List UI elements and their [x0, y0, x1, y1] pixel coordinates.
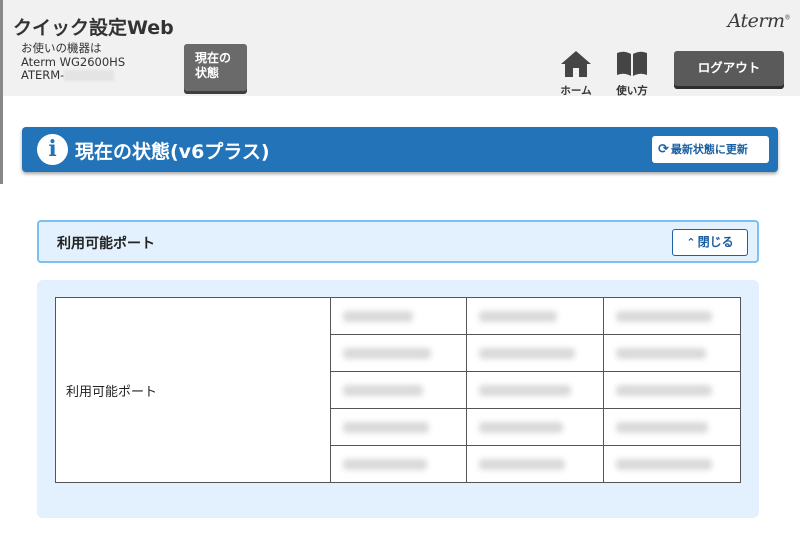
nav-help-button[interactable]: 使い方	[608, 50, 656, 97]
redacted-cell	[603, 371, 741, 409]
redacted-cell	[329, 334, 468, 372]
redacted-cell	[603, 445, 741, 483]
refresh-button[interactable]: ⟳ 最新状態に更新	[652, 136, 769, 163]
redacted-cell	[329, 297, 468, 335]
redacted-value	[616, 348, 707, 359]
device-caption: お使いの機器は	[21, 41, 102, 55]
redacted-cell	[603, 334, 741, 372]
device-name-redacted	[64, 70, 115, 81]
redacted-cell	[466, 445, 605, 483]
table-row: 利用可能ポート	[55, 297, 741, 483]
close-label: 閉じる	[697, 235, 734, 249]
current-status-label-line1: 現在の	[195, 51, 232, 65]
current-status-button[interactable]: 現在の 状態	[184, 44, 247, 91]
redacted-cell	[329, 371, 468, 409]
redacted-value	[342, 311, 413, 322]
device-name-prefix: ATERM-	[21, 68, 65, 82]
header: クイック設定Web お使いの機器は Aterm WG2600HS ATERM- …	[0, 0, 800, 97]
redacted-cell	[603, 297, 741, 335]
nav-home-button[interactable]: ホーム	[552, 50, 600, 97]
brand-logo: Aterm®	[727, 10, 791, 32]
home-icon	[561, 51, 591, 77]
redacted-value	[479, 422, 564, 433]
info-icon: i	[37, 134, 68, 165]
close-section-button[interactable]: ⌃ 閉じる	[672, 229, 748, 256]
section-title: 利用可能ポート	[57, 236, 155, 252]
redacted-cell	[329, 445, 468, 483]
redacted-value	[479, 459, 566, 470]
nav-help-label: 使い方	[616, 85, 648, 97]
current-status-label-line2: 状態	[195, 66, 220, 80]
logout-button[interactable]: ログアウト	[674, 51, 784, 86]
device-name: ATERM-	[21, 68, 125, 83]
device-info: お使いの機器は Aterm WG2600HS ATERM-	[21, 41, 126, 83]
nav-home-label: ホーム	[560, 85, 592, 97]
left-border	[0, 96, 3, 184]
section-panel: 利用可能ポート	[37, 280, 759, 518]
redacted-value	[479, 385, 572, 396]
redacted-value	[342, 385, 423, 396]
redacted-value	[342, 459, 427, 470]
app-title: クイック設定Web	[13, 17, 174, 39]
redacted-cell	[466, 408, 605, 446]
redacted-cell	[329, 408, 468, 446]
redacted-cell	[603, 408, 741, 446]
redacted-cell	[466, 297, 605, 335]
status-banner: i 現在の状態(v6プラス) ⟳ 最新状態に更新	[22, 127, 778, 172]
book-icon	[617, 51, 647, 76]
ports-table: 利用可能ポート	[55, 297, 741, 483]
refresh-label: 最新状態に更新	[670, 143, 748, 156]
page-title: 現在の状態(v6プラス)	[75, 141, 270, 163]
section-header: 利用可能ポート ⌃ 閉じる	[37, 220, 759, 263]
redacted-value	[342, 348, 431, 359]
redacted-value	[616, 459, 713, 470]
redacted-value	[342, 422, 429, 433]
row-header: 利用可能ポート	[55, 297, 331, 483]
redacted-value	[616, 311, 713, 322]
redacted-cell	[466, 334, 605, 372]
device-model: Aterm WG2600HS	[21, 54, 126, 69]
redacted-value	[479, 348, 576, 359]
redacted-value	[479, 311, 558, 322]
redacted-value	[616, 385, 713, 396]
redacted-value	[616, 422, 709, 433]
refresh-icon: ⟳	[658, 142, 669, 157]
redacted-cell	[466, 371, 605, 409]
chevron-up-icon: ⌃	[686, 236, 696, 249]
